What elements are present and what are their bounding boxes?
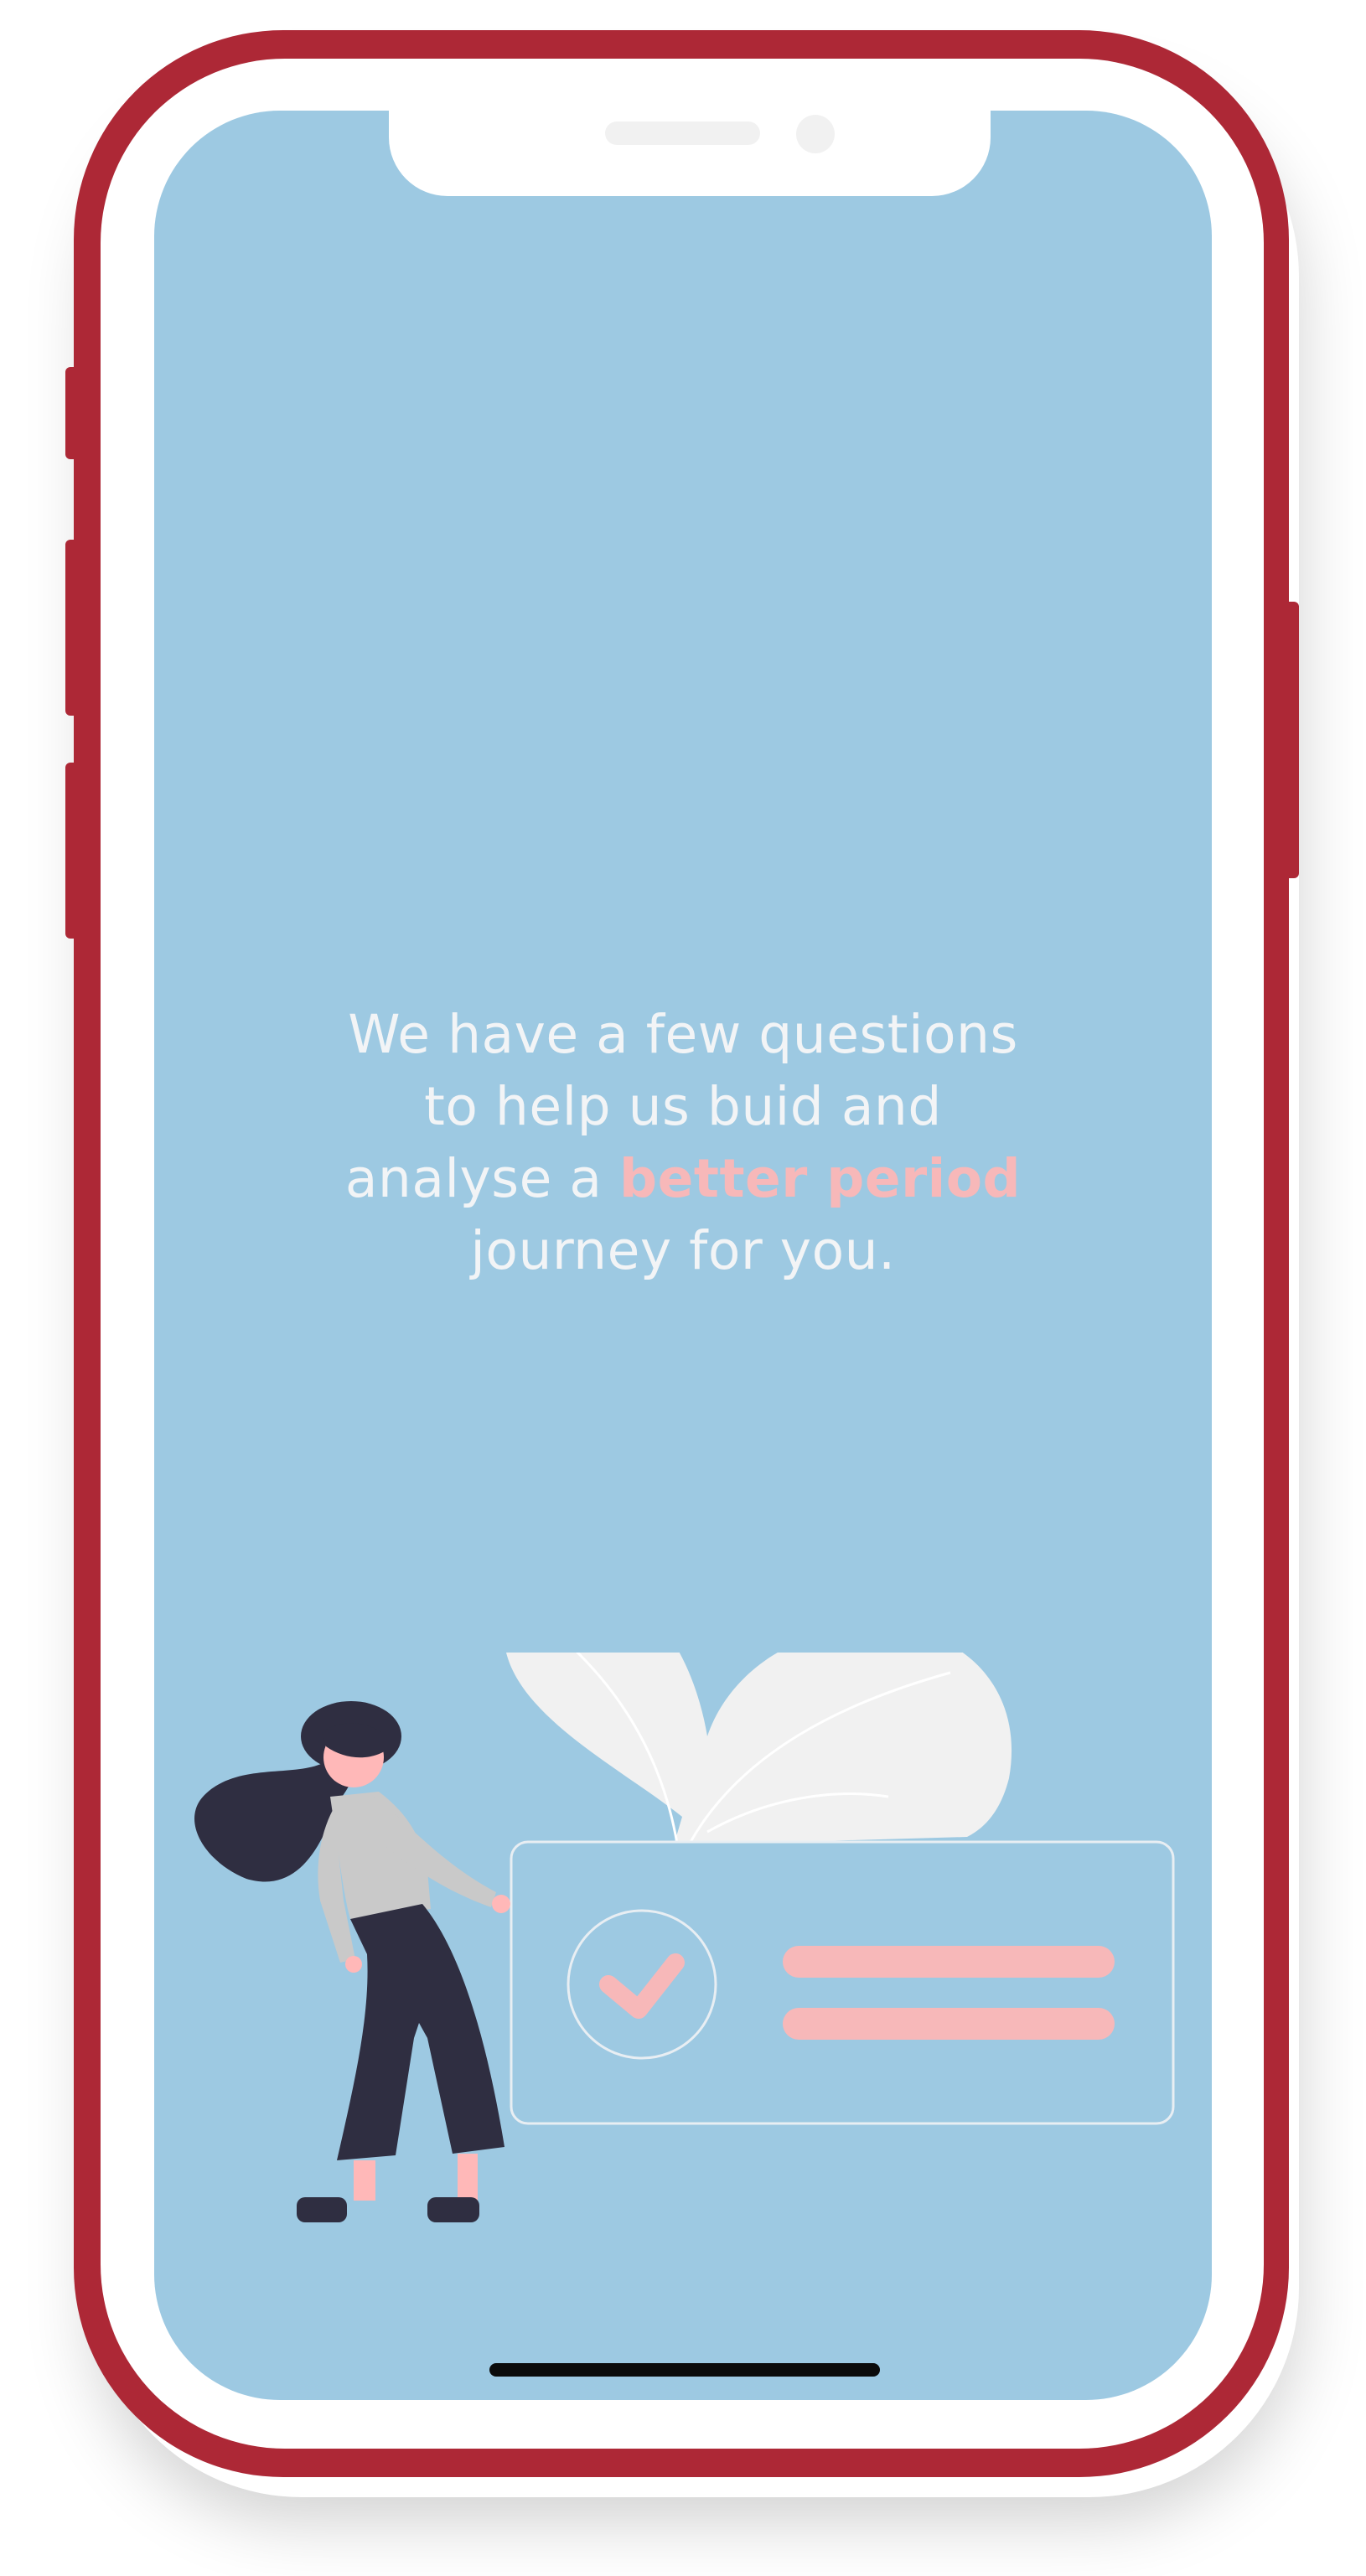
speaker-grille xyxy=(605,122,760,145)
front-camera xyxy=(796,115,835,153)
leaf-icon xyxy=(506,1653,1012,1845)
page: We have a few questions to help us buid … xyxy=(0,0,1366,2576)
checklist-bar-2 xyxy=(783,2008,1115,2040)
onboarding-message: We have a few questions to help us buid … xyxy=(154,999,1212,1287)
woman-figure-icon xyxy=(194,1701,510,2222)
message-line-3: analyse a better period xyxy=(154,1143,1212,1215)
home-indicator[interactable] xyxy=(489,2363,880,2377)
app-screen: We have a few questions to help us buid … xyxy=(154,111,1212,2400)
message-line-2: to help us buid and xyxy=(424,1076,942,1137)
message-line-3-prefix: analyse a xyxy=(344,1148,619,1209)
checklist-bar-1 xyxy=(783,1946,1115,1978)
phone-notch xyxy=(389,102,991,196)
woman-presenting-checklist-card-icon xyxy=(194,1653,1175,2222)
message-line-4: journey for you. xyxy=(470,1220,896,1281)
message-highlight: better period xyxy=(619,1148,1022,1209)
message-line-1: We have a few questions xyxy=(348,1004,1018,1065)
